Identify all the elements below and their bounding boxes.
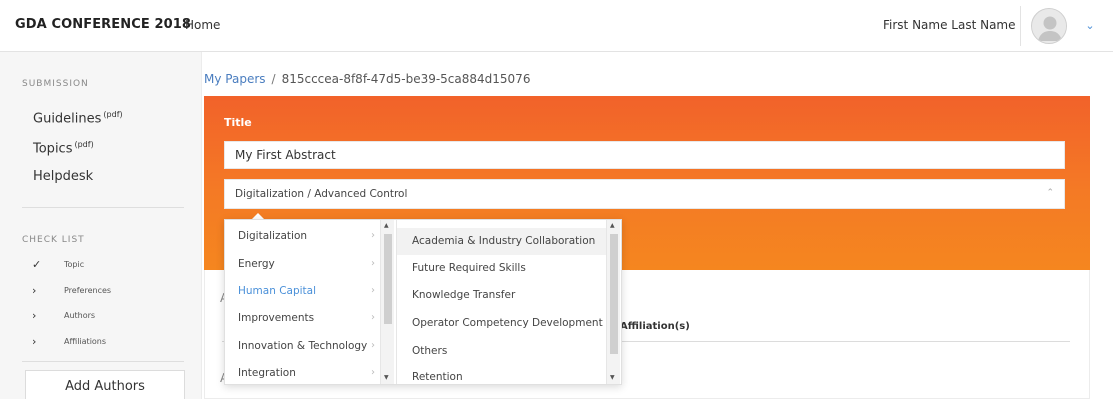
scroll-down-icon[interactable]: ▼ [610, 374, 615, 381]
subtopic-item[interactable]: Retention [412, 371, 463, 383]
checklist-heading: CHECK LIST [22, 235, 85, 245]
sidebar-link-label: Topics [33, 141, 73, 157]
checklist-item-authors[interactable]: › Authors [32, 307, 95, 323]
category-label: Innovation & Technology [238, 340, 368, 352]
top-bar: GDA CONFERENCE 2018 Home First Name Last… [0, 0, 1113, 52]
chevron-right-icon: › [32, 334, 37, 348]
sidebar-divider [22, 361, 184, 362]
checklist-item-affiliations[interactable]: › Affiliations [32, 333, 106, 349]
checklist-label: Topic [64, 259, 85, 269]
scrollbar-thumb[interactable] [384, 234, 392, 324]
avatar[interactable] [1031, 8, 1067, 44]
scrollbar-thumb[interactable] [610, 234, 618, 354]
breadcrumb-my-papers[interactable]: My Papers [204, 72, 266, 86]
breadcrumb-current: 815cccea-8f8f-47d5-be39-5ca884d15076 [281, 72, 531, 86]
subtopic-item[interactable]: Operator Competency Development [412, 317, 603, 329]
affiliation-column-header: Affiliation(s) [620, 321, 690, 332]
category-item-human-capital[interactable]: Human Capital › [238, 285, 388, 297]
chevron-right-icon: › [371, 340, 375, 351]
user-avatar-icon [1032, 9, 1066, 43]
checklist-item-topic[interactable]: ✓ Topic [32, 256, 84, 272]
sidebar: SUBMISSION Guidelines (pdf) Topics (pdf) H… [0, 52, 202, 399]
user-name[interactable]: First Name Last Name [883, 18, 1016, 32]
category-scrollbar[interactable]: ▲ ▼ [380, 220, 394, 384]
chevron-right-icon: › [371, 258, 375, 269]
scroll-up-icon[interactable]: ▲ [610, 222, 615, 229]
subtopic-item[interactable]: Academia & Industry Collaboration [397, 228, 608, 255]
breadcrumb-separator: / [271, 72, 276, 86]
category-list: Digitalization › Energy › Human Capital … [224, 220, 396, 384]
chevron-right-icon: › [371, 367, 375, 378]
scroll-down-icon[interactable]: ▼ [384, 374, 389, 381]
checklist-label: Preferences [64, 285, 112, 295]
checklist-item-preferences[interactable]: › Preferences [32, 282, 111, 298]
nav-home-link[interactable]: Home [185, 18, 220, 32]
subtopic-item[interactable]: Future Required Skills [412, 262, 526, 274]
chevron-down-icon[interactable]: ⌄ [1080, 16, 1100, 36]
pdf-tag: (pdf) [74, 140, 94, 149]
category-item-digitalization[interactable]: Digitalization › [238, 230, 388, 242]
subtopic-scrollbar[interactable]: ▲ ▼ [606, 220, 620, 384]
topic-select-value: Digitalization / Advanced Control [235, 188, 408, 200]
submission-heading: SUBMISSION [22, 79, 89, 89]
checklist-label: Authors [64, 310, 96, 320]
subtopic-list: Academia & Industry Collaboration Future… [396, 220, 608, 384]
category-item-energy[interactable]: Energy › [238, 258, 388, 270]
title-input[interactable]: My First Abstract [224, 141, 1065, 169]
topic-select[interactable]: Digitalization / Advanced Control ⌃ [224, 179, 1065, 209]
subtopic-item[interactable]: Knowledge Transfer [412, 289, 515, 301]
chevron-right-icon: › [32, 308, 37, 322]
sidebar-divider [22, 207, 184, 208]
category-item-improvements[interactable]: Improvements › [238, 312, 388, 324]
chevron-right-icon: › [371, 285, 375, 296]
sidebar-link-guidelines[interactable]: Guidelines (pdf) [33, 110, 123, 126]
checklist-label: Affiliations [64, 336, 107, 346]
sidebar-link-label: Guidelines [33, 111, 102, 127]
category-item-innovation-technology[interactable]: Innovation & Technology › [238, 340, 388, 352]
category-label: Improvements [238, 312, 315, 324]
category-label: Integration [238, 367, 296, 379]
sidebar-link-topics[interactable]: Topics (pdf) [33, 140, 94, 156]
scroll-up-icon[interactable]: ▲ [384, 222, 389, 229]
sidebar-link-label: Helpdesk [33, 169, 94, 184]
chevron-right-icon: › [371, 230, 375, 241]
add-authors-button[interactable]: Add Authors [25, 370, 185, 399]
user-divider [1020, 6, 1021, 46]
subtopic-item[interactable]: Others [412, 345, 447, 357]
chevron-right-icon: › [371, 312, 375, 323]
chevron-up-icon: ⌃ [1046, 188, 1054, 198]
chevron-right-icon: › [32, 283, 37, 297]
breadcrumb: My Papers / 815cccea-8f8f-47d5-be39-5ca884… [204, 72, 530, 86]
sidebar-link-helpdesk[interactable]: Helpdesk [33, 169, 93, 184]
category-label: Energy [238, 258, 275, 270]
brand-title[interactable]: GDA CONFERENCE 2018 [15, 17, 191, 32]
category-label: Human Capital [238, 285, 317, 297]
check-icon: ✓ [32, 257, 42, 271]
pdf-tag: (pdf) [103, 110, 123, 119]
category-label: Digitalization [238, 230, 308, 242]
category-item-integration[interactable]: Integration › [238, 367, 388, 379]
title-label: Title [224, 116, 252, 129]
